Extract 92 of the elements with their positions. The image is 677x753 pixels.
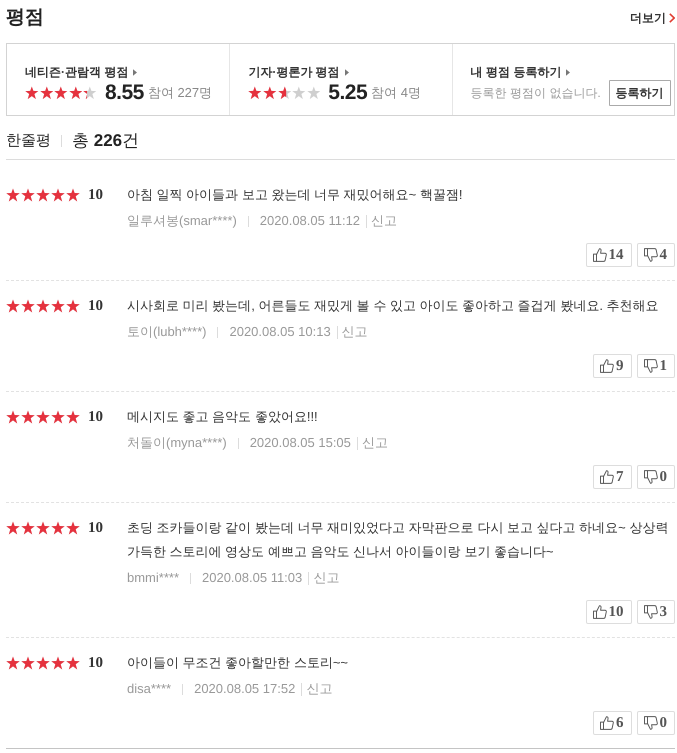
dislike-button[interactable]: 3 (636, 600, 675, 624)
more-link[interactable]: 더보기 (630, 10, 675, 26)
star-icon (6, 188, 20, 202)
star-icon (6, 521, 20, 535)
star-icon (36, 299, 50, 313)
caret-icon (344, 68, 349, 76)
dislike-button[interactable]: 0 (636, 711, 675, 735)
star-icon (68, 86, 82, 100)
like-button[interactable]: 9 (593, 354, 632, 378)
star-icon (40, 86, 54, 100)
thumbs-up-icon (600, 359, 614, 373)
star-icon (278, 86, 292, 100)
thumbs-up-icon (592, 248, 606, 262)
review-text: 메시지도 좋고 음악도 좋았어요!!! (127, 408, 319, 426)
star-icon (25, 86, 39, 100)
star-icon (21, 410, 35, 424)
star-icon (51, 410, 65, 424)
star-icon (51, 656, 65, 670)
reviewer-name: disa**** (127, 680, 172, 698)
star-icon (6, 656, 20, 670)
review-score: 10 (88, 520, 103, 536)
star-icon (66, 656, 80, 670)
review-score: 10 (88, 298, 103, 314)
star-icon (292, 86, 306, 100)
like-button[interactable]: 6 (593, 711, 632, 735)
star-icon (36, 656, 50, 670)
star-icon (51, 188, 65, 202)
no-rating-message: 등록한 평점이 없습니다. (470, 84, 601, 102)
star-icon (83, 86, 97, 100)
participant-count: 참여 227명 (148, 84, 212, 102)
thumbs-up-icon (600, 470, 614, 484)
register-rating-link[interactable]: 내 평점 등록하기 (470, 63, 570, 81)
dislike-button[interactable]: 4 (636, 243, 675, 267)
star-icon (21, 521, 35, 535)
like-button[interactable]: 10 (586, 600, 632, 624)
star-icon (66, 299, 80, 313)
thumbs-down-icon (644, 716, 658, 730)
participant-count: 참여 4명 (371, 84, 422, 102)
reviewer-name: bmmi**** (127, 569, 180, 587)
reviews-title: 한줄평 (6, 131, 51, 151)
review-date: 2020.08.05 10:13 (229, 323, 331, 341)
star-icon (21, 656, 35, 670)
review-text: 초딩 조카들이랑 같이 봤는데 너무 재미있었다고 자막판으로 다시 보고 싶다고 하네요~ 상상력 가득한 스토리에 영상도 예쁘고 음악도 신나서 아이들이랑 보기 좋습니다~ (127, 519, 670, 561)
star-icon (51, 299, 65, 313)
caret-icon (133, 68, 138, 76)
reviewer-name: 일루셔봉(smar****) (127, 212, 237, 230)
review-date: 2020.08.05 11:12 (260, 212, 360, 230)
reviewer-name: 처돌이(myna****) (127, 434, 227, 452)
star-icon (36, 410, 50, 424)
dislike-button[interactable]: 1 (636, 354, 675, 378)
review-date: 2020.08.05 17:52 (194, 680, 296, 698)
review-score: 10 (88, 186, 103, 204)
review-date: 2020.08.05 15:05 (250, 434, 351, 452)
star-icon (54, 86, 68, 100)
reviewer-name: 토이(lubh****) (127, 323, 206, 341)
star-icon (66, 521, 80, 535)
review-date: 2020.08.05 11:03 (202, 569, 302, 587)
page-title: 평점 (6, 6, 44, 30)
review-text: 아이들이 무조건 좋아할만한 스토리~~ (127, 654, 350, 672)
rating-category-link[interactable]: 기자·평론가 평점 (248, 63, 349, 81)
rating-category-link[interactable]: 네티즌·관람객 평점 (25, 63, 138, 81)
register-button[interactable]: 등록하기 (608, 80, 671, 106)
star-icon (36, 521, 50, 535)
star-icon (6, 299, 20, 313)
thumbs-down-icon (644, 605, 658, 619)
star-icon (21, 299, 35, 313)
like-button[interactable]: 7 (593, 465, 632, 489)
thumbs-up-icon (592, 605, 606, 619)
thumbs-down-icon (644, 470, 658, 484)
star-icon (66, 410, 80, 424)
chevron-right-icon (669, 13, 675, 23)
star-icon (262, 86, 277, 100)
like-button[interactable]: 14 (586, 243, 632, 267)
thumbs-down-icon (644, 359, 658, 373)
thumbs-down-icon (644, 248, 658, 262)
thumbs-up-icon (600, 716, 614, 730)
star-icon (36, 188, 50, 202)
star-icon (51, 521, 65, 535)
star-icon (66, 188, 80, 202)
review-text: 아침 일찍 아이들과 보고 왔는데 너무 재밌어해요~ 핵꿀잼! (127, 186, 464, 204)
review-total-count: 총 226건 (72, 130, 140, 152)
star-icon (21, 188, 35, 202)
average-score: 5.25 (328, 81, 368, 105)
review-text: 시사회로 미리 봤는데, 어른들도 재밌게 볼 수 있고 아이도 좋아하고 즐겁게 봤네요. 추천해요 (127, 297, 660, 315)
average-score: 8.55 (104, 81, 144, 105)
dislike-button[interactable]: 0 (636, 465, 675, 489)
caret-icon (566, 68, 570, 76)
review-score: 10 (88, 654, 103, 672)
star-icon (306, 86, 320, 100)
star-icon (248, 86, 262, 100)
star-icon (6, 410, 20, 424)
review-score: 10 (88, 408, 103, 426)
